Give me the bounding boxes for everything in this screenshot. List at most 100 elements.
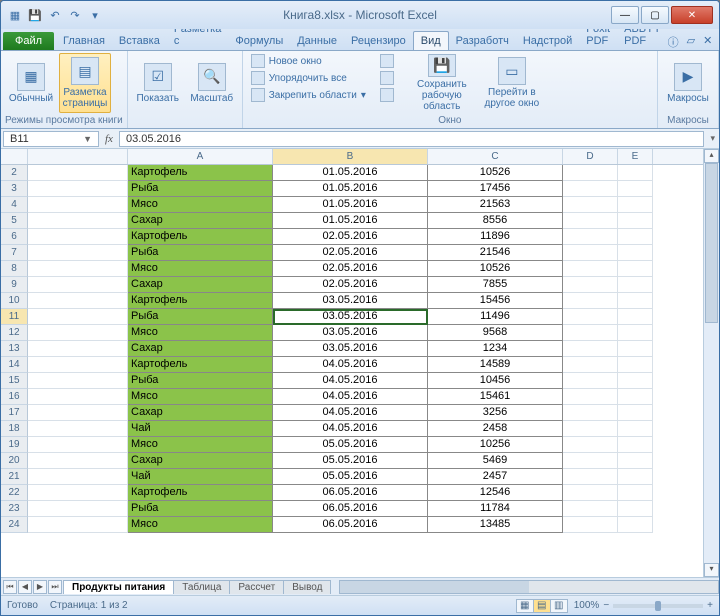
maximize-button[interactable]: ▢ (641, 6, 669, 24)
qat-more-icon[interactable]: ▾ (87, 7, 103, 23)
cell-A8[interactable]: Мясо (128, 261, 273, 277)
col-header-B[interactable]: B (273, 149, 428, 164)
margin-header[interactable] (28, 149, 128, 164)
unhide-button[interactable] (376, 87, 398, 103)
cell-C9[interactable]: 7855 (428, 277, 563, 293)
cell-B5[interactable]: 01.05.2016 (273, 213, 428, 229)
cell-A13[interactable]: Сахар (128, 341, 273, 357)
cell-E4[interactable] (618, 197, 653, 213)
cell-B7[interactable]: 02.05.2016 (273, 245, 428, 261)
cell-E2[interactable] (618, 165, 653, 181)
cell-A19[interactable]: Мясо (128, 437, 273, 453)
cell-A23[interactable]: Рыба (128, 501, 273, 517)
zoom-button[interactable]: 🔍 Масштаб (186, 53, 238, 113)
cell-E11[interactable] (618, 309, 653, 325)
undo-icon[interactable]: ↶ (47, 7, 63, 23)
fx-icon[interactable]: fx (105, 133, 113, 145)
cell-B13[interactable]: 03.05.2016 (273, 341, 428, 357)
cell-A24[interactable]: Мясо (128, 517, 273, 533)
row-header[interactable]: 2 (1, 165, 28, 181)
cell-D2[interactable] (563, 165, 618, 181)
cell-C5[interactable]: 8556 (428, 213, 563, 229)
cell-B14[interactable]: 04.05.2016 (273, 357, 428, 373)
cell-B19[interactable]: 05.05.2016 (273, 437, 428, 453)
cell-B4[interactable]: 01.05.2016 (273, 197, 428, 213)
sheet-nav-last[interactable]: ⏭ (48, 580, 62, 594)
cell-E15[interactable] (618, 373, 653, 389)
col-header-D[interactable]: D (563, 149, 618, 164)
cell-C13[interactable]: 1234 (428, 341, 563, 357)
row-header[interactable]: 20 (1, 453, 28, 469)
scroll-thumb[interactable] (705, 163, 718, 323)
cell-D6[interactable] (563, 229, 618, 245)
cell-B6[interactable]: 02.05.2016 (273, 229, 428, 245)
zoom-level[interactable]: 100% (574, 600, 600, 611)
row-header[interactable]: 7 (1, 245, 28, 261)
cell-A18[interactable]: Чай (128, 421, 273, 437)
cell-C22[interactable]: 12546 (428, 485, 563, 501)
cell-D3[interactable] (563, 181, 618, 197)
cell-C17[interactable]: 3256 (428, 405, 563, 421)
cell-A3[interactable]: Рыба (128, 181, 273, 197)
sheet-tab-1[interactable]: Таблица (173, 580, 230, 594)
zoom-out-button[interactable]: − (603, 600, 609, 611)
close-button[interactable]: ✕ (671, 6, 713, 24)
cell-E21[interactable] (618, 469, 653, 485)
ribbon-tab-8[interactable]: Надстрой (516, 32, 579, 50)
row-header[interactable]: 3 (1, 181, 28, 197)
row-header[interactable]: 5 (1, 213, 28, 229)
cell-C11[interactable]: 11496 (428, 309, 563, 325)
cell-C23[interactable]: 11784 (428, 501, 563, 517)
cell-A16[interactable]: Мясо (128, 389, 273, 405)
cell-E8[interactable] (618, 261, 653, 277)
cell-C14[interactable]: 14589 (428, 357, 563, 373)
cell-C20[interactable]: 5469 (428, 453, 563, 469)
minimize-ribbon-icon[interactable]: ▱ (687, 34, 695, 50)
scroll-up-button[interactable]: ▴ (704, 149, 719, 163)
cell-A7[interactable]: Рыба (128, 245, 273, 261)
cell-C7[interactable]: 21546 (428, 245, 563, 261)
cell-B22[interactable]: 06.05.2016 (273, 485, 428, 501)
cell-A12[interactable]: Мясо (128, 325, 273, 341)
row-header[interactable]: 6 (1, 229, 28, 245)
ribbon-tab-0[interactable]: Главная (56, 32, 112, 50)
cell-B23[interactable]: 06.05.2016 (273, 501, 428, 517)
cell-A11[interactable]: Рыба (128, 309, 273, 325)
cell-D24[interactable] (563, 517, 618, 533)
cell-E12[interactable] (618, 325, 653, 341)
row-header[interactable]: 12 (1, 325, 28, 341)
ribbon-tab-7[interactable]: Разработч (449, 32, 516, 50)
switch-windows-button[interactable]: ▭ Перейти в другое окно (478, 53, 546, 113)
cell-A14[interactable]: Картофель (128, 357, 273, 373)
cell-D22[interactable] (563, 485, 618, 501)
formula-bar[interactable]: 03.05.2016 (119, 131, 705, 147)
hide-button[interactable] (376, 70, 398, 86)
row-header[interactable]: 16 (1, 389, 28, 405)
cell-A22[interactable]: Картофель (128, 485, 273, 501)
cell-E24[interactable] (618, 517, 653, 533)
row-header[interactable]: 10 (1, 293, 28, 309)
cell-B21[interactable]: 05.05.2016 (273, 469, 428, 485)
cell-D10[interactable] (563, 293, 618, 309)
cell-A15[interactable]: Рыба (128, 373, 273, 389)
cell-E16[interactable] (618, 389, 653, 405)
row-header[interactable]: 8 (1, 261, 28, 277)
col-header-C[interactable]: C (428, 149, 563, 164)
formula-expand-icon[interactable]: ▾ (706, 133, 719, 144)
cell-D21[interactable] (563, 469, 618, 485)
cell-B24[interactable]: 06.05.2016 (273, 517, 428, 533)
cell-E20[interactable] (618, 453, 653, 469)
zoom-slider[interactable] (613, 604, 703, 608)
cell-D13[interactable] (563, 341, 618, 357)
row-header[interactable]: 18 (1, 421, 28, 437)
row-header[interactable]: 17 (1, 405, 28, 421)
split-button[interactable] (376, 53, 398, 69)
cell-B3[interactable]: 01.05.2016 (273, 181, 428, 197)
new-window-button[interactable]: Новое окно (247, 53, 370, 69)
normal-view-btn[interactable]: ▦ (516, 599, 534, 613)
namebox-dropdown-icon[interactable]: ▼ (83, 134, 92, 144)
cell-C24[interactable]: 13485 (428, 517, 563, 533)
cell-C2[interactable]: 10526 (428, 165, 563, 181)
arrange-all-button[interactable]: Упорядочить все (247, 70, 370, 86)
cell-C3[interactable]: 17456 (428, 181, 563, 197)
